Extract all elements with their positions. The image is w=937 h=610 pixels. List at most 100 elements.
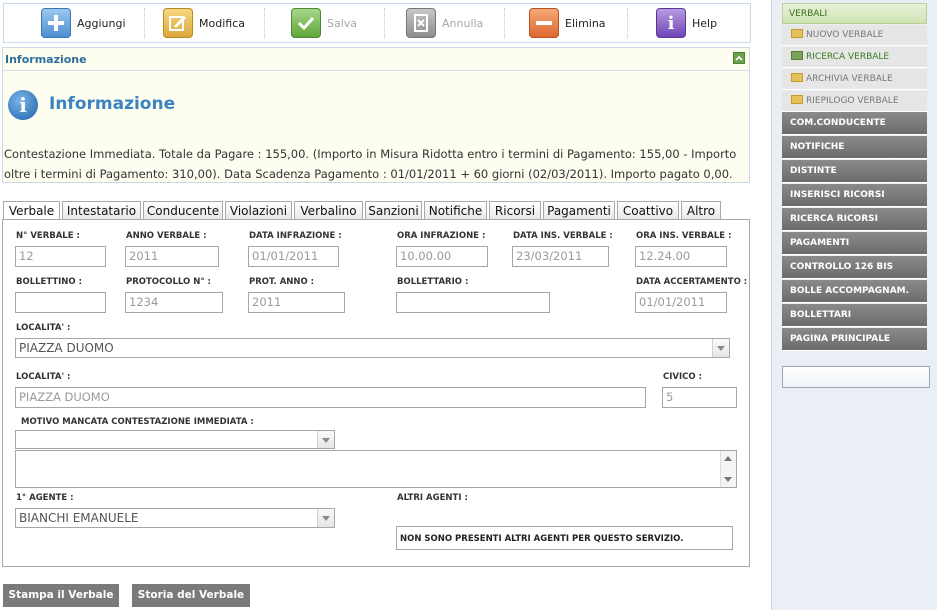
sidebar-item-label: NUOVO VERBALE	[806, 30, 884, 40]
data-infrazione-field[interactable]: 01/01/2011	[248, 246, 339, 267]
sidebar-empty-box	[782, 366, 930, 388]
n-verbale-field[interactable]: 12	[15, 246, 106, 267]
toolbar-separator	[627, 8, 628, 38]
protocollo-field[interactable]: 1234	[125, 292, 223, 313]
help-button[interactable]: i Help	[656, 4, 717, 42]
tab-pagamenti[interactable]: Pagamenti	[543, 201, 615, 219]
sidebar-item-label: RICERCA VERBALE	[806, 52, 890, 62]
prot-anno-field[interactable]: 2011	[248, 292, 345, 313]
tab-violazioni[interactable]: Violazioni	[225, 201, 292, 219]
save-label: Salva	[327, 16, 358, 30]
sidebar-item-bollettari[interactable]: BOLLETTARI	[782, 304, 927, 327]
motivo-select[interactable]	[15, 430, 335, 449]
bollettino-field[interactable]	[15, 292, 106, 313]
sidebar-item-nuovo-verbale[interactable]: NUOVO VERBALE	[782, 25, 927, 46]
folder-icon	[791, 29, 803, 38]
ora-ins-verbale-label: ORA INS. VERBALE :	[636, 231, 732, 241]
collapse-icon[interactable]	[733, 52, 745, 64]
print-verbale-button[interactable]: Stampa il Verbale	[3, 584, 119, 607]
sidebar-item-pagina-principale[interactable]: PAGINA PRINCIPALE	[782, 328, 927, 351]
bollettario-label: BOLLETTARIO :	[397, 277, 469, 287]
toolbar-separator	[144, 8, 145, 38]
tab-verbale[interactable]: Verbale	[3, 201, 60, 221]
sidebar-item-label: RIEPILOGO VERBALE	[806, 96, 899, 106]
altri-agenti-box: NON SONO PRESENTI ALTRI AGENTI PER QUEST…	[396, 526, 733, 550]
info-panel-header: Informazione	[3, 48, 749, 71]
sidebar-item-ricerca-ricorsi[interactable]: RICERCA RICORSI	[782, 208, 927, 231]
data-infrazione-label: DATA INFRAZIONE :	[249, 231, 342, 241]
info-title: Informazione	[49, 94, 176, 114]
motivo-label: MOTIVO MANCATA CONTESTAZIONE IMMEDIATA :	[21, 417, 254, 427]
scroll-up-icon[interactable]	[724, 456, 732, 461]
info-panel-header-title: Informazione	[5, 53, 87, 66]
toolbar-separator	[384, 8, 385, 38]
motivo-textarea[interactable]	[15, 450, 737, 488]
sidebar-item-inserisci-ricorsi[interactable]: INSERISCI RICORSI	[782, 184, 927, 207]
anno-verbale-field[interactable]: 2011	[125, 246, 219, 267]
tab-verbalino[interactable]: Verbalino	[294, 201, 363, 219]
folder-icon	[791, 51, 803, 60]
edit-label: Modifica	[199, 16, 245, 30]
info-panel: Informazione i Informazione Contestazion…	[2, 47, 750, 183]
minus-icon	[529, 8, 559, 38]
tab-altro[interactable]: Altro	[681, 201, 721, 219]
localita-text-field[interactable]: PIAZZA DUOMO	[15, 387, 646, 408]
textarea-scrollbar[interactable]	[720, 451, 736, 487]
ora-infrazione-label: ORA INFRAZIONE :	[397, 231, 486, 241]
sidebar-item-ricerca-verbale[interactable]: RICERCA VERBALE	[782, 47, 927, 68]
sidebar-item-controllo-126-bis[interactable]: CONTROLLO 126 BIS	[782, 256, 927, 279]
info-message: Contestazione Immediata. Totale da Pagar…	[4, 147, 737, 181]
localita-select[interactable]: PIAZZA DUOMO	[15, 338, 730, 358]
chevron-down-icon[interactable]	[712, 339, 729, 357]
localita-text-label: LOCALITA' :	[16, 372, 71, 382]
cancel-label: Annulla	[442, 16, 484, 30]
sidebar-item-distinte[interactable]: DISTINTE	[782, 160, 927, 183]
sidebar-item-bolle-accompagnam[interactable]: BOLLE ACCOMPAGNAM.	[782, 280, 927, 303]
folder-icon	[791, 95, 803, 104]
save-button[interactable]: Salva	[291, 4, 357, 42]
help-label: Help	[692, 16, 718, 30]
data-accertamento-field[interactable]: 01/01/2011	[635, 292, 727, 313]
anno-verbale-label: ANNO VERBALE :	[126, 231, 207, 241]
sidebar-section-verbali[interactable]: VERBALI	[782, 3, 927, 24]
plus-icon	[41, 8, 71, 38]
sidebar-item-label: ARCHIVIA VERBALE	[806, 74, 893, 84]
folder-icon	[791, 73, 803, 82]
primo-agente-label: 1° AGENTE :	[16, 493, 74, 503]
sidebar-item-notifiche[interactable]: NOTIFICHE	[782, 136, 927, 159]
sidebar-item-archivia-verbale[interactable]: ARCHIVIA VERBALE	[782, 69, 927, 90]
cancel-button[interactable]: Annulla	[406, 4, 483, 42]
bollettino-label: BOLLETTINO :	[16, 277, 82, 287]
chevron-down-icon[interactable]	[317, 509, 334, 527]
primo-agente-select[interactable]: BIANCHI EMANUELE	[15, 508, 335, 528]
toolbar-separator	[504, 8, 505, 38]
info-icon: i	[8, 90, 38, 120]
verbale-history-button[interactable]: Storia del Verbale	[132, 584, 250, 607]
primo-agente-value: BIANCHI EMANUELE	[19, 511, 139, 525]
tab-intestatario[interactable]: Intestatario	[62, 201, 141, 219]
ora-infrazione-field[interactable]: 10.00.00	[396, 246, 488, 267]
sidebar-item-com-conducente[interactable]: COM.CONDUCENTE	[782, 112, 927, 135]
sidebar-item-riepilogo-verbale[interactable]: RIEPILOGO VERBALE	[782, 91, 927, 112]
toolbar-separator	[264, 8, 265, 38]
help-info-icon: i	[656, 8, 686, 38]
chevron-down-icon[interactable]	[317, 431, 334, 448]
tab-conducente[interactable]: Conducente	[143, 201, 223, 219]
tab-notifiche[interactable]: Notifiche	[424, 201, 487, 219]
localita-select-label: LOCALITA' :	[16, 323, 71, 333]
tab-sanzioni[interactable]: Sanzioni	[365, 201, 422, 219]
tab-coattivo[interactable]: Coattivo	[617, 201, 679, 219]
delete-button[interactable]: Elimina	[529, 4, 606, 42]
edit-button[interactable]: Modifica	[163, 4, 245, 42]
altri-agenti-label: ALTRI AGENTI :	[397, 493, 468, 503]
sidebar-item-pagamenti[interactable]: PAGAMENTI	[782, 232, 927, 255]
add-button[interactable]: Aggiungi	[41, 4, 126, 42]
data-ins-verbale-field[interactable]: 23/03/2011	[512, 246, 609, 267]
civico-field[interactable]: 5	[662, 387, 737, 408]
tab-ricorsi[interactable]: Ricorsi	[489, 201, 541, 219]
scroll-down-icon[interactable]	[724, 477, 732, 482]
data-accertamento-label: DATA ACCERTAMENTO :	[636, 277, 748, 287]
bollettario-field[interactable]	[396, 292, 550, 313]
verbale-form: N° VERBALE : 12 ANNO VERBALE : 2011 DATA…	[2, 219, 750, 567]
ora-ins-verbale-field[interactable]: 12.24.00	[635, 246, 727, 267]
